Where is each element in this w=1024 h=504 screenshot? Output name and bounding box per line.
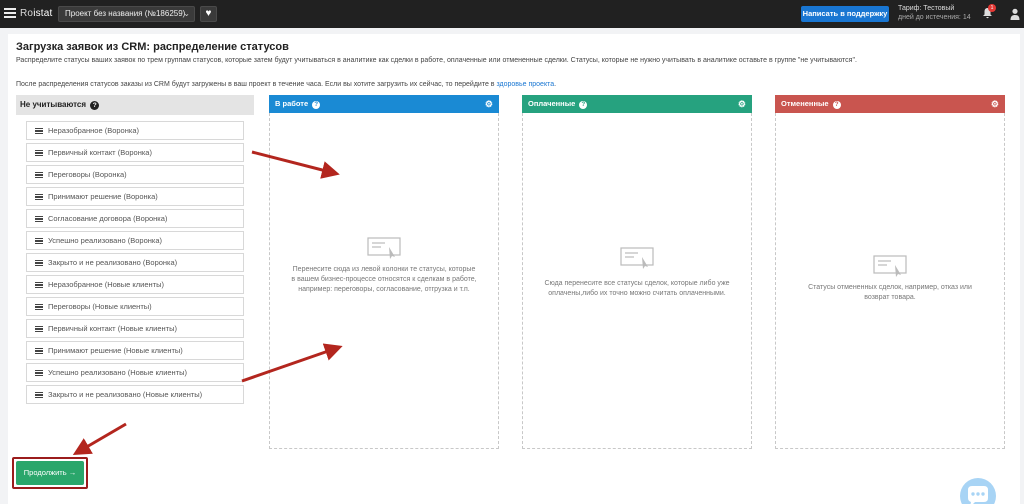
group-cancelled-header: Отмененные ? ⚙: [775, 95, 1005, 113]
drag-handle-icon[interactable]: [35, 214, 43, 224]
status-item[interactable]: Неразобранное (Воронка): [26, 121, 244, 140]
note-text: После распределения статусов заказы из C…: [16, 81, 497, 88]
gear-icon[interactable]: ⚙: [991, 95, 999, 113]
drag-handle-icon[interactable]: [35, 346, 43, 356]
top-bar: Roistat Проект без названия (№186259) ⌄ …: [0, 0, 1024, 28]
ignored-group-title: Не учитываются: [20, 100, 87, 109]
main-panel: Загрузка заявок из CRM: распределение ст…: [8, 34, 1020, 504]
status-item[interactable]: Принимают решение (Новые клиенты): [26, 341, 244, 360]
project-name: Проект без названия (№186259): [65, 9, 186, 18]
group-cancelled-title: Отмененные: [781, 99, 829, 108]
status-item[interactable]: Успешно реализовано (Новые клиенты): [26, 363, 244, 382]
group-paid-hint: Сюда перенесите все статусы сделок, кото…: [544, 280, 730, 297]
group-paid-title: Оплаченные: [528, 99, 576, 108]
continue-highlight: Продолжить →: [12, 457, 88, 489]
logo-suffix: istat: [33, 8, 53, 19]
status-item[interactable]: Первичный контакт (Новые клиенты): [26, 319, 244, 338]
group-in-work: В работе ? ⚙ Перенесите сюда из левой ко…: [269, 95, 499, 449]
status-item-label: Неразобранное (Воронка): [48, 126, 139, 135]
logo-prefix: Ro: [20, 8, 34, 19]
page-note: После распределения статусов заказы из C…: [16, 81, 1016, 88]
help-icon[interactable]: ?: [312, 101, 321, 109]
drag-handle-icon[interactable]: [35, 368, 43, 378]
heart-icon[interactable]: ♥: [200, 6, 217, 22]
status-item-label: Переговоры (Новые клиенты): [48, 302, 152, 311]
group-paid: Оплаченные ? ⚙ Сюда перенесите все стату…: [522, 95, 752, 449]
group-cancelled-dropzone[interactable]: Статусы отмененных сделок, например, отк…: [775, 113, 1005, 449]
drag-handle-icon[interactable]: [35, 170, 43, 180]
drag-handle-icon[interactable]: [35, 126, 43, 136]
ignored-group-header: Не учитываются ?: [16, 95, 254, 115]
status-item-label: Закрыто и не реализовано (Воронка): [48, 258, 178, 267]
status-item-label: Первичный контакт (Воронка): [48, 148, 152, 157]
group-cancelled: Отмененные ? ⚙ Статусы отмененных сделок…: [775, 95, 1005, 449]
status-item-label: Первичный контакт (Новые клиенты): [48, 324, 177, 333]
drag-handle-icon[interactable]: [35, 280, 43, 290]
drag-handle-icon[interactable]: [35, 302, 43, 312]
group-in-work-dropzone[interactable]: Перенесите сюда из левой колонки те стат…: [269, 113, 499, 449]
logo[interactable]: Roistat: [20, 8, 53, 19]
status-item[interactable]: Переговоры (Новые клиенты): [26, 297, 244, 316]
drag-handle-icon[interactable]: [35, 258, 43, 268]
tariff-days: дней до истечения: 14: [898, 14, 971, 21]
chat-bubble-icon: [968, 486, 988, 504]
note-end: .: [554, 81, 557, 88]
status-item[interactable]: Принимают решение (Воронка): [26, 187, 244, 206]
status-item-label: Неразобранное (Новые клиенты): [48, 280, 165, 289]
continue-button[interactable]: Продолжить →: [16, 461, 84, 485]
status-item[interactable]: Первичный контакт (Воронка): [26, 143, 244, 162]
notification-badge: 1: [988, 4, 996, 12]
ignored-status-list: Неразобранное (Воронка) Первичный контакт…: [26, 121, 244, 407]
drag-handle-icon[interactable]: [35, 192, 43, 202]
drag-handle-icon[interactable]: [35, 148, 43, 158]
project-health-link[interactable]: здоровье проекта: [496, 81, 554, 88]
status-item[interactable]: Переговоры (Воронка): [26, 165, 244, 184]
status-item-label: Согласование договора (Воронка): [48, 214, 168, 223]
gear-icon[interactable]: ⚙: [485, 95, 493, 113]
tariff-info[interactable]: Тариф: Тестовый дней до истечения: 14: [898, 4, 971, 22]
status-item[interactable]: Согласование договора (Воронка): [26, 209, 244, 228]
status-item[interactable]: Закрыто и не реализовано (Новые клиенты): [26, 385, 244, 404]
page-title: Загрузка заявок из CRM: распределение ст…: [16, 41, 289, 53]
help-icon[interactable]: ?: [832, 101, 841, 109]
drag-handle-icon[interactable]: [35, 324, 43, 334]
status-item-label: Успешно реализовано (Новые клиенты): [48, 368, 188, 377]
menu-icon[interactable]: [4, 8, 16, 18]
status-item-label: Успешно реализовано (Воронка): [48, 236, 163, 245]
chevron-down-icon: ⌄: [183, 9, 190, 18]
help-icon[interactable]: ?: [90, 101, 100, 110]
status-item-label: Переговоры (Воронка): [48, 170, 127, 179]
status-item[interactable]: Закрыто и не реализовано (Воронка): [26, 253, 244, 272]
page-description: Распределите статусы ваших заявок по тре…: [16, 57, 857, 64]
status-item-label: Закрыто и не реализовано (Новые клиенты): [48, 390, 203, 399]
group-in-work-header: В работе ? ⚙: [269, 95, 499, 113]
group-cancelled-hint: Статусы отмененных сделок, например, отк…: [808, 284, 972, 301]
project-select[interactable]: Проект без названия (№186259) ⌄: [58, 6, 195, 22]
drag-illustration-icon: [620, 247, 654, 269]
chat-widget-button[interactable]: [960, 478, 996, 504]
status-item-label: Принимают решение (Новые клиенты): [48, 346, 183, 355]
drag-illustration-icon: [873, 255, 907, 277]
help-icon[interactable]: ?: [579, 101, 588, 109]
drag-handle-icon[interactable]: [35, 236, 43, 246]
tariff-label: Тариф: Тестовый: [898, 5, 955, 12]
bell-icon[interactable]: 1: [982, 4, 996, 21]
support-button[interactable]: Написать в поддержку: [801, 6, 889, 22]
drag-illustration-icon: [367, 237, 401, 259]
group-in-work-title: В работе: [275, 99, 309, 108]
group-in-work-hint: Перенесите сюда из левой колонки те стат…: [291, 266, 477, 293]
group-paid-dropzone[interactable]: Сюда перенесите все статусы сделок, кото…: [522, 113, 752, 449]
gear-icon[interactable]: ⚙: [738, 95, 746, 113]
status-item-label: Принимают решение (Воронка): [48, 192, 158, 201]
drag-handle-icon[interactable]: [35, 390, 43, 400]
status-item[interactable]: Неразобранное (Новые клиенты): [26, 275, 244, 294]
status-item[interactable]: Успешно реализовано (Воронка): [26, 231, 244, 250]
user-icon[interactable]: [1010, 8, 1020, 20]
group-paid-header: Оплаченные ? ⚙: [522, 95, 752, 113]
